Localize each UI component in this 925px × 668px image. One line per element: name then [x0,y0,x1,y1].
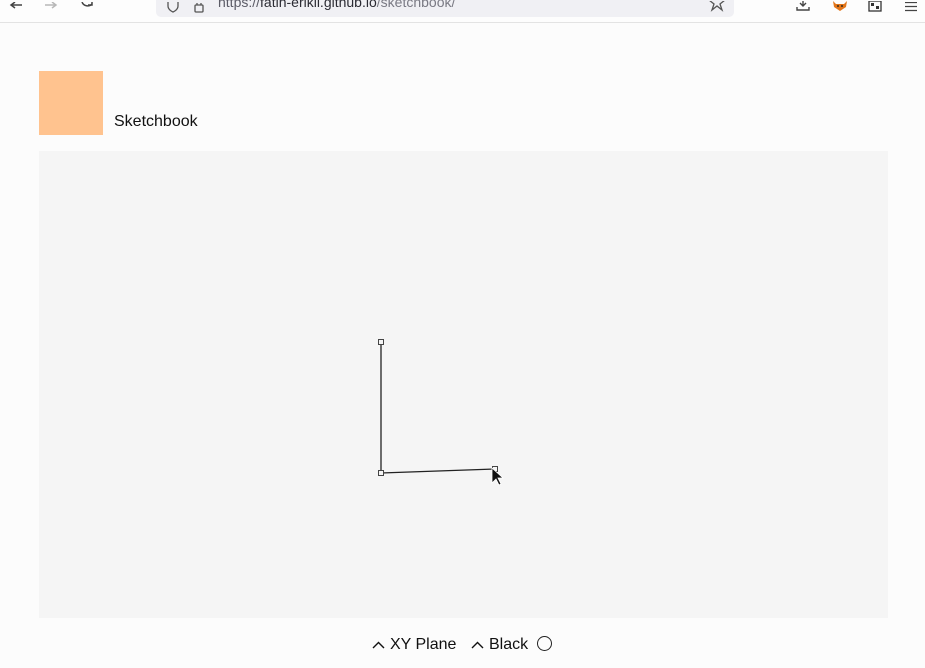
color-label: Black [489,636,529,653]
app-logo [39,71,103,135]
bookmark-star-icon[interactable] [708,0,726,14]
color-selector[interactable]: Black [471,634,528,656]
app-title: Sketchbook [114,113,198,130]
chevron-up-icon [372,641,385,649]
forward-arrow-icon[interactable] [43,0,59,14]
hamburger-menu-icon[interactable] [903,0,919,14]
fox-extension-icon[interactable] [831,0,849,14]
reload-icon[interactable] [79,0,95,14]
sketch-vertex-handle[interactable] [378,470,384,476]
lock-icon[interactable] [192,0,206,14]
sketch-line-horizontal[interactable] [380,468,496,474]
qr-extension-icon[interactable] [867,0,883,14]
bottom-toolbar: XY Plane Black [0,634,925,656]
url-host: fatih-erikli.github.io [260,0,377,10]
sketch-vertex-handle[interactable] [378,339,384,345]
url-path: /sketchbook/ [376,0,456,10]
chevron-up-icon [471,641,484,649]
color-swatch-circle[interactable] [537,636,552,651]
address-bar[interactable]: https://fatih-erikli.github.io/sketchboo… [156,0,734,17]
plane-selector[interactable]: XY Plane [372,634,456,656]
sketch-svg[interactable] [39,151,888,618]
shield-icon[interactable] [165,0,181,14]
back-arrow-icon[interactable] [8,0,24,14]
download-icon[interactable] [795,0,811,14]
url-text[interactable]: https://fatih-erikli.github.io/sketchboo… [218,0,455,10]
plane-label: XY Plane [390,636,457,653]
browser-toolbar: https://fatih-erikli.github.io/sketchboo… [0,0,925,23]
url-prefix: https:// [218,0,261,10]
sketch-canvas[interactable] [39,151,888,618]
